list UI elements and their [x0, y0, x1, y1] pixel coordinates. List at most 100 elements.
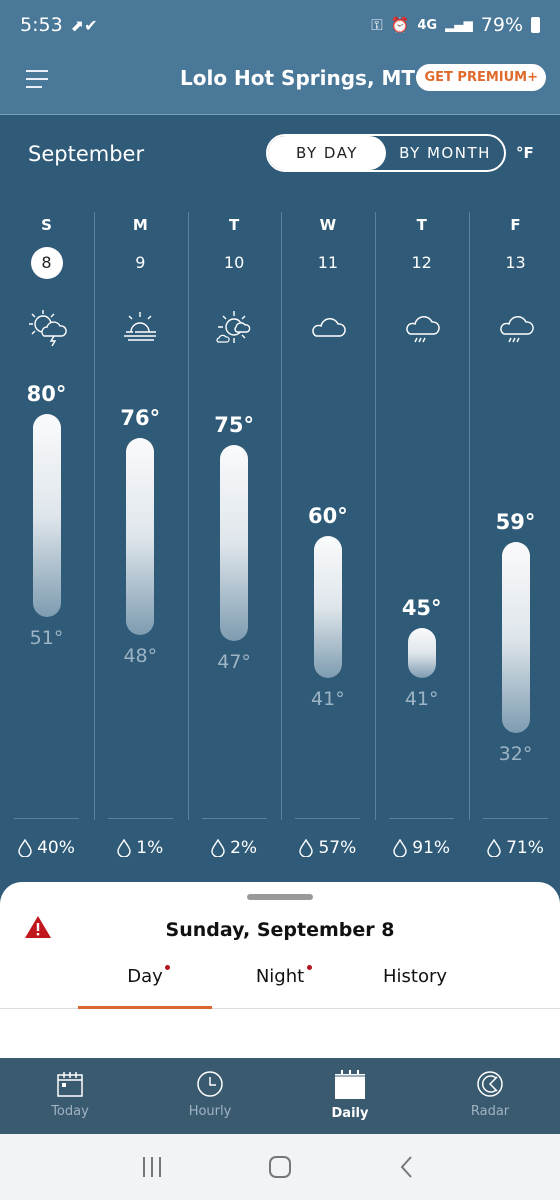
- low-temp: 47°: [217, 651, 251, 674]
- day-column[interactable]: M 9 76° 48° 1%: [94, 212, 187, 872]
- low-temp: 32°: [498, 742, 533, 765]
- tab-label: Day: [127, 966, 163, 987]
- precip-chance: 57%: [281, 838, 374, 858]
- recent-apps-icon[interactable]: [141, 1156, 165, 1178]
- alert-dot: [165, 965, 170, 970]
- alert-dot: [307, 965, 312, 970]
- day-column[interactable]: F 13 59° 32° 71%: [469, 212, 560, 872]
- day-of-week: W: [319, 216, 337, 234]
- low-temp: 51°: [29, 626, 64, 649]
- back-icon[interactable]: [395, 1156, 419, 1178]
- day-column[interactable]: T 10 75° 47° 2%: [188, 212, 281, 872]
- nav-daily[interactable]: Daily: [280, 1058, 420, 1134]
- signal-icon: ▂▄▆: [445, 18, 473, 32]
- day-detail-sheet: Sunday, September 8 Day Night History: [0, 882, 560, 1062]
- precip-chance: 1%: [94, 838, 187, 858]
- day-column[interactable]: S 8 80° 51° 40%: [0, 212, 93, 872]
- location-selector[interactable]: Lolo Hot Springs, MT: [180, 66, 441, 90]
- calendar-icon: [335, 1070, 365, 1099]
- home-icon[interactable]: [268, 1156, 292, 1178]
- clock-icon: [197, 1071, 223, 1097]
- sheet-drag-handle[interactable]: [247, 894, 313, 900]
- low-temp: 41°: [404, 687, 439, 710]
- nav-hourly[interactable]: Hourly: [140, 1058, 280, 1134]
- by-month-button[interactable]: BY MONTH: [386, 136, 504, 170]
- rain-icon: [499, 316, 534, 343]
- raindrop-icon: [18, 839, 32, 857]
- by-day-button[interactable]: BY DAY: [268, 136, 386, 170]
- raindrop-icon: [299, 839, 314, 857]
- day-date: 10: [223, 253, 245, 272]
- selected-date-title: Sunday, September 8: [165, 919, 395, 941]
- precip-chance: 91%: [375, 838, 468, 858]
- day-date: 11: [317, 253, 339, 272]
- precip-chance: 40%: [0, 838, 93, 858]
- vpn-key-icon: ⚿: [371, 16, 383, 34]
- nav-today[interactable]: Today: [0, 1058, 140, 1134]
- day-column[interactable]: W 11 60° 41° 57%: [281, 212, 374, 872]
- precip-divider: [14, 818, 79, 819]
- temp-range-bar: [407, 627, 436, 678]
- unit-toggle[interactable]: °F: [516, 144, 534, 162]
- nav-radar[interactable]: Radar: [420, 1058, 560, 1134]
- raindrop-icon: [117, 839, 131, 857]
- day-of-week: F: [510, 216, 521, 234]
- precip-value: 71%: [506, 838, 544, 858]
- precip-value: 40%: [37, 838, 75, 858]
- get-premium-button[interactable]: GET PREMIUM+: [416, 64, 546, 91]
- precip-divider: [295, 818, 361, 819]
- notification-icons: ⬈✔: [70, 15, 98, 35]
- cloud-icon: [312, 318, 346, 337]
- battery-level: 79%: [480, 14, 523, 36]
- low-temp: 48°: [123, 645, 158, 668]
- radar-icon: [477, 1071, 503, 1097]
- precip-value: 2%: [230, 838, 258, 858]
- partly-sunny-thunderstorm-icon: [28, 310, 67, 347]
- active-tab-indicator: [78, 1006, 212, 1009]
- tab-history[interactable]: History: [348, 966, 482, 987]
- temp-range-bar: [126, 438, 155, 636]
- precip-chance: 2%: [188, 838, 281, 858]
- partly-cloudy-icon: [216, 311, 251, 343]
- precip-divider: [389, 818, 455, 819]
- day-column[interactable]: T 12 45° 41° 91%: [375, 212, 468, 872]
- day-of-week: T: [416, 216, 427, 234]
- nav-label: Today: [51, 1104, 89, 1119]
- app-bar: Lolo Hot Springs, MT GET PREMIUM+: [0, 50, 560, 115]
- high-temp: 60°: [308, 504, 348, 528]
- precip-value: 1%: [136, 838, 164, 858]
- day-date: 9: [135, 253, 146, 272]
- low-temp: 41°: [311, 687, 345, 710]
- day-date: 8: [30, 247, 63, 279]
- month-title: September: [28, 142, 145, 166]
- menu-icon[interactable]: [26, 70, 48, 88]
- location-name: Lolo Hot Springs, MT: [180, 66, 416, 90]
- status-bar: 5:53 ⬈✔ ⚿ ⏰ 4G ▂▄▆ 79%: [0, 0, 560, 50]
- high-temp: 76°: [120, 406, 161, 431]
- high-temp: 59°: [495, 510, 536, 535]
- temp-range-bar: [313, 536, 342, 678]
- temp-range-bar: [220, 444, 249, 642]
- nav-label: Radar: [470, 1104, 510, 1119]
- nav-label: Daily: [331, 1106, 369, 1121]
- precip-value: 91%: [412, 838, 451, 858]
- network-type: 4G: [417, 17, 438, 33]
- rain-icon: [405, 316, 440, 343]
- high-temp: 75°: [214, 412, 254, 437]
- day-of-week: M: [132, 216, 148, 234]
- tab-night[interactable]: Night: [213, 965, 347, 987]
- system-nav-bar: [0, 1134, 560, 1200]
- day-date: 13: [505, 253, 526, 272]
- tab-label: History: [382, 966, 448, 987]
- day-date: 12: [411, 253, 432, 272]
- high-temp: 80°: [26, 382, 67, 406]
- high-temp: 45°: [401, 595, 442, 620]
- tab-day[interactable]: Day: [78, 965, 212, 987]
- precip-chance: 71%: [469, 838, 560, 858]
- raindrop-icon: [393, 839, 407, 857]
- battery-icon: [531, 17, 540, 33]
- calendar-today-icon: [57, 1072, 83, 1097]
- temp-range-bar: [32, 414, 61, 617]
- nav-label: Hourly: [188, 1104, 232, 1119]
- raindrop-icon: [487, 839, 501, 857]
